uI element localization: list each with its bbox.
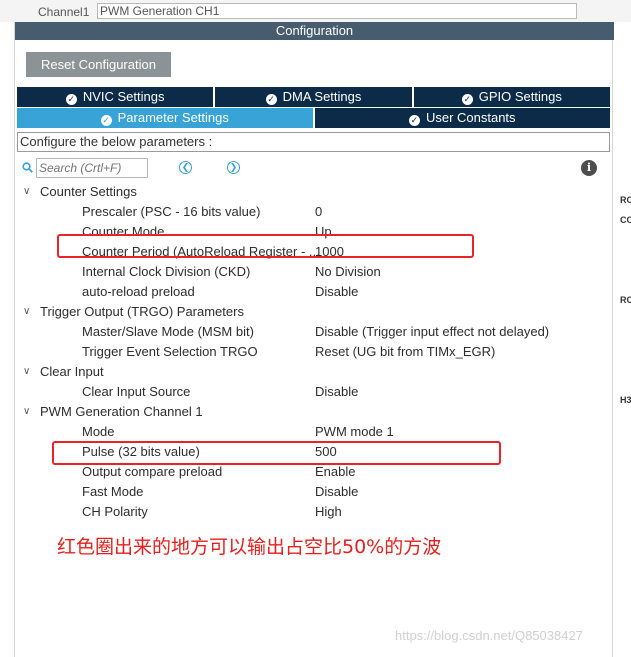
group-name: Counter Settings bbox=[40, 184, 137, 199]
edge-label: CO bbox=[620, 215, 631, 225]
group-header[interactable]: ∨ Trigger Output (TRGO) Parameters bbox=[15, 302, 614, 322]
group-header[interactable]: ∨ Counter Settings bbox=[15, 182, 614, 202]
param-name: Master/Slave Mode (MSM bit) bbox=[82, 324, 254, 339]
param-name: Fast Mode bbox=[82, 484, 144, 499]
edge-label: RC bbox=[620, 295, 631, 305]
channel-strip: Channel1 PWM Generation CH1 bbox=[0, 0, 631, 22]
reset-configuration-button[interactable]: Reset Configuration bbox=[26, 52, 171, 77]
param-row[interactable]: Mode PWM mode 1 bbox=[15, 422, 614, 442]
chevron-down-icon[interactable]: ∨ bbox=[23, 362, 30, 382]
param-row[interactable]: auto-reload preload Disable bbox=[15, 282, 614, 302]
edge-label: H3 bbox=[620, 395, 631, 405]
param-row[interactable]: Fast Mode Disable bbox=[15, 482, 614, 502]
chevron-down-icon[interactable]: ∨ bbox=[23, 182, 30, 202]
param-value[interactable]: No Division bbox=[315, 262, 381, 282]
tab-row-1: ✓ NVIC Settings ✓ DMA Settings ✓ GPIO Setti… bbox=[17, 87, 610, 107]
group-name: Clear Input bbox=[40, 364, 104, 379]
panel-title: Configuration bbox=[15, 22, 614, 40]
group-name: Trigger Output (TRGO) Parameters bbox=[40, 304, 244, 319]
param-name: auto-reload preload bbox=[82, 284, 195, 299]
group-name: PWM Generation Channel 1 bbox=[40, 404, 203, 419]
check-circle-icon: ✓ bbox=[265, 94, 277, 105]
param-value[interactable]: Disable bbox=[315, 382, 358, 402]
tab-row-2: ✓ Parameter Settings ✓ User Constants bbox=[17, 108, 610, 128]
chevron-left-circle-icon[interactable]: ❮ bbox=[179, 161, 192, 174]
edge-label: RC bbox=[620, 195, 631, 205]
group-header[interactable]: ∨ PWM Generation Channel 1 bbox=[15, 402, 614, 422]
param-name: Prescaler (PSC - 16 bits value) bbox=[82, 204, 261, 219]
chevron-right-circle-icon[interactable]: ❯ bbox=[227, 161, 240, 174]
param-name: Trigger Event Selection TRGO bbox=[82, 344, 258, 359]
tab-label: User Constants bbox=[425, 110, 516, 125]
configure-instructions: Configure the below parameters : bbox=[17, 132, 610, 152]
param-name: CH Polarity bbox=[82, 504, 148, 519]
highlight-counter-period bbox=[57, 234, 474, 258]
search-bar: ❮ ❯ i bbox=[21, 158, 606, 178]
param-row[interactable]: CH Polarity High bbox=[15, 502, 614, 522]
search-icon bbox=[22, 162, 33, 173]
param-value[interactable]: Disable bbox=[315, 482, 358, 502]
param-value[interactable]: 0 bbox=[315, 202, 322, 222]
check-circle-icon: ✓ bbox=[461, 94, 473, 105]
tab-label: NVIC Settings bbox=[82, 89, 165, 104]
tab-nvic-settings[interactable]: ✓ NVIC Settings bbox=[17, 87, 216, 107]
chevron-down-icon[interactable]: ∨ bbox=[23, 402, 30, 422]
param-row[interactable]: Clear Input Source Disable bbox=[15, 382, 614, 402]
param-value[interactable]: PWM mode 1 bbox=[315, 422, 394, 442]
tab-user-constants[interactable]: ✓ User Constants bbox=[314, 108, 610, 128]
param-row[interactable]: Trigger Event Selection TRGO Reset (UG bi… bbox=[15, 342, 614, 362]
configuration-panel: Configuration Reset Configuration ✓ NVIC … bbox=[14, 22, 614, 657]
tab-label: Parameter Settings bbox=[117, 110, 229, 125]
watermark: https://blog.csdn.net/Q85038427 bbox=[395, 628, 583, 643]
tab-parameter-settings[interactable]: ✓ Parameter Settings bbox=[17, 108, 315, 128]
param-value[interactable]: Disable (Trigger input effect not delaye… bbox=[315, 322, 549, 342]
param-row[interactable]: Master/Slave Mode (MSM bit) Disable (Trig… bbox=[15, 322, 614, 342]
channel-label: Channel1 bbox=[38, 5, 90, 19]
channel-select[interactable]: PWM Generation CH1 bbox=[97, 3, 577, 19]
param-value[interactable]: Enable bbox=[315, 462, 355, 482]
param-name: Output compare preload bbox=[82, 464, 223, 479]
param-value[interactable]: High bbox=[315, 502, 342, 522]
param-name: Internal Clock Division (CKD) bbox=[82, 264, 251, 279]
tab-dma-settings[interactable]: ✓ DMA Settings bbox=[215, 87, 414, 107]
search-input[interactable] bbox=[36, 158, 148, 178]
param-value[interactable]: Disable bbox=[315, 282, 358, 302]
param-row[interactable]: Output compare preload Enable bbox=[15, 462, 614, 482]
check-circle-icon: ✓ bbox=[65, 94, 77, 105]
param-row[interactable]: Prescaler (PSC - 16 bits value) 0 bbox=[15, 202, 614, 222]
check-circle-icon: ✓ bbox=[100, 115, 112, 126]
param-row[interactable]: Internal Clock Division (CKD) No Division bbox=[15, 262, 614, 282]
parameter-tree: ∨ Counter Settings Prescaler (PSC - 16 b… bbox=[15, 182, 614, 522]
check-circle-icon: ✓ bbox=[408, 115, 420, 126]
param-value[interactable]: Reset (UG bit from TIMx_EGR) bbox=[315, 342, 495, 362]
param-name: Clear Input Source bbox=[82, 384, 191, 399]
group-header[interactable]: ∨ Clear Input bbox=[15, 362, 614, 382]
info-icon[interactable]: i bbox=[581, 160, 597, 176]
param-name: Mode bbox=[82, 424, 115, 439]
tab-gpio-settings[interactable]: ✓ GPIO Settings bbox=[413, 87, 610, 107]
tab-label: GPIO Settings bbox=[478, 89, 562, 104]
chevron-down-icon[interactable]: ∨ bbox=[23, 302, 30, 322]
annotation-note: 红色圈出来的地方可以输出占空比50%的方波 bbox=[57, 536, 442, 558]
tab-label: DMA Settings bbox=[282, 89, 362, 104]
highlight-pulse bbox=[52, 441, 501, 465]
